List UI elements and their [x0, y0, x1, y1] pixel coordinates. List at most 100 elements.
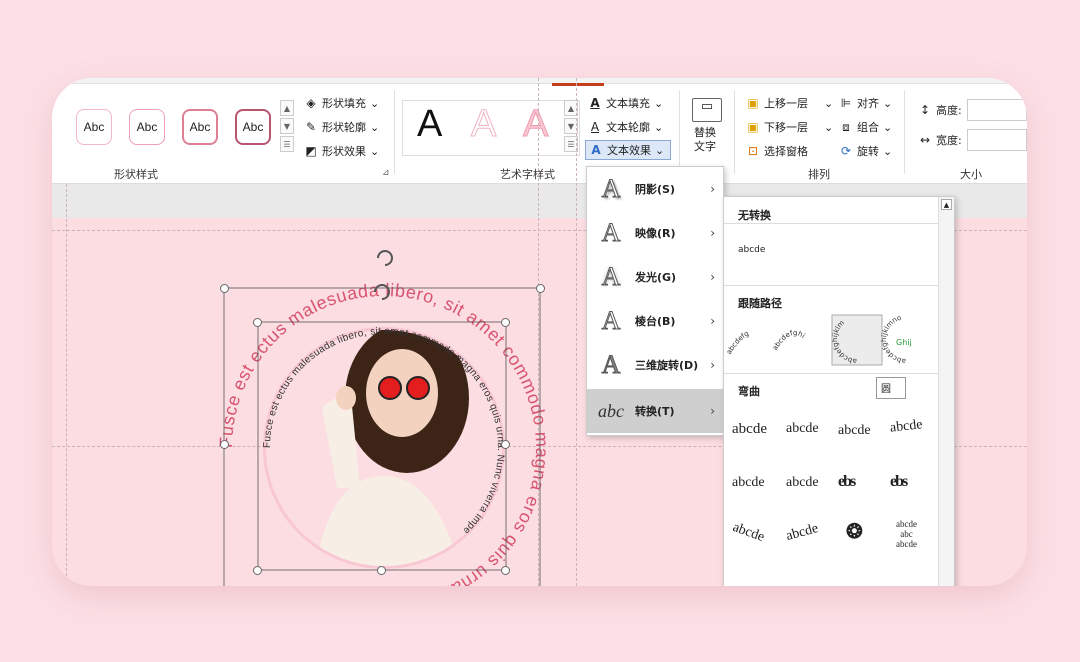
text-outline-button[interactable]: A 文本轮廓 ⌄: [588, 117, 663, 137]
transform-effect-icon: abc: [598, 400, 624, 421]
send-backward-icon: ▣: [747, 120, 759, 134]
menu-item-shadow[interactable]: A 阴影(S) ›: [587, 167, 723, 211]
no-transform-option[interactable]: abcde: [738, 245, 765, 255]
chevron-down-icon: ⌄: [883, 96, 893, 110]
rotate-label: 旋转: [857, 145, 879, 158]
gallery-scroll-down-icon[interactable]: ▼: [280, 118, 294, 134]
height-field-label: ↕ 高度:: [918, 100, 962, 120]
alt-text-icon[interactable]: ▭: [692, 98, 722, 122]
rotate-button[interactable]: ⟳ 旋转 ⌄: [839, 141, 892, 161]
wordart-preset-pink[interactable]: A: [522, 103, 548, 146]
ribbon-tabs-strip: [52, 78, 1027, 84]
menu-item-label: 棱台(B): [635, 315, 676, 328]
group-separator: [679, 90, 680, 174]
warp-option[interactable]: abcde: [786, 475, 819, 491]
warp-option[interactable]: abcde: [786, 421, 819, 437]
resize-handle[interactable]: [536, 284, 545, 293]
menu-item-label: 转换(T): [635, 405, 675, 418]
warp-option[interactable]: abcde: [889, 417, 923, 436]
guide-line: [576, 78, 577, 586]
align-button[interactable]: ⊫ 对齐 ⌄: [839, 93, 892, 113]
wordart-preset-black[interactable]: A: [417, 103, 442, 146]
resize-handle[interactable]: [253, 566, 262, 575]
gallery-scroll-up-icon[interactable]: ▲: [280, 100, 294, 116]
width-input[interactable]: [967, 129, 1027, 151]
resize-handle[interactable]: [501, 318, 510, 327]
warp-option[interactable]: abcde: [732, 421, 767, 438]
menu-item-reflection[interactable]: A 映像(R) ›: [587, 211, 723, 255]
warp-option[interactable]: abcde: [730, 520, 767, 546]
selection-pane-label: 选择窗格: [764, 145, 808, 158]
slide-graphic[interactable]: Fusce est ectus malesuada libero, sit am…: [202, 238, 562, 586]
warp-option[interactable]: abcde: [838, 423, 871, 439]
resize-handle[interactable]: [220, 284, 229, 293]
shape-fill-button[interactable]: ◈ 形状填充 ⌄: [304, 93, 379, 113]
circle-tooltip: 圆: [876, 377, 906, 399]
warp-option[interactable]: abcde: [732, 475, 765, 491]
shape-style-preset-2[interactable]: Abc: [129, 109, 165, 145]
chevron-right-icon: ›: [710, 404, 715, 418]
shape-outline-label: 形状轮廓: [322, 121, 366, 134]
resize-handle[interactable]: [501, 566, 510, 575]
shape-style-preset-1[interactable]: Abc: [76, 109, 112, 145]
pen-icon: ✎: [305, 120, 317, 134]
glow-effect-icon: A: [601, 262, 621, 292]
menu-item-transform[interactable]: abc 转换(T) ›: [587, 389, 723, 433]
path-arch-option[interactable]: abcdefg: [725, 329, 750, 355]
warp-option[interactable]: ❂: [846, 519, 863, 544]
text-effects-button[interactable]: A 文本效果 ⌄: [585, 140, 671, 160]
menu-item-label: 阴影(S): [635, 183, 675, 196]
divider: [724, 223, 938, 224]
warp-option[interactable]: ebs: [890, 473, 908, 491]
text-fill-button[interactable]: A 文本填充 ⌄: [588, 93, 663, 113]
group-button[interactable]: ⧈ 组合 ⌄: [839, 117, 892, 137]
shape-styles-group-label: 形状样式: [114, 168, 158, 181]
resize-handle[interactable]: [501, 440, 510, 449]
submenu-scrollbar[interactable]: ▲: [938, 197, 954, 586]
width-field-label: ↔ 宽度:: [918, 130, 962, 150]
warp-option[interactable]: abcde abc abcde: [896, 519, 917, 549]
shape-outline-button[interactable]: ✎ 形状轮廓 ⌄: [304, 117, 379, 137]
group-label: 组合: [857, 121, 879, 134]
text-outline-icon: A: [590, 120, 600, 134]
follow-path-options: abcdefg abcdefghi abcdefghijklm abcdefgh…: [725, 314, 912, 366]
dialog-launcher-icon[interactable]: ⊿: [382, 168, 390, 178]
warp-option[interactable]: abcde: [784, 521, 820, 545]
height-icon: ↕: [919, 103, 931, 117]
group-icon: ⧈: [842, 119, 850, 134]
text-fill-icon: A: [590, 96, 600, 110]
warp-heading: 弯曲: [738, 385, 760, 398]
active-tab-indicator: [552, 83, 604, 86]
align-icon: ⊫: [840, 96, 852, 110]
scroll-up-icon[interactable]: ▲: [941, 199, 952, 210]
resize-handle[interactable]: [253, 318, 262, 327]
menu-item-label: 发光(G): [635, 271, 677, 284]
group-separator: [904, 90, 905, 174]
menu-item-3d-rotation[interactable]: A 三维旋转(D) ›: [587, 343, 723, 387]
selection-pane-button[interactable]: ⊡ 选择窗格: [746, 141, 808, 161]
resize-handle[interactable]: [220, 440, 229, 449]
resize-handle[interactable]: [377, 566, 386, 575]
height-input[interactable]: [967, 99, 1027, 121]
wordart-preset-outline[interactable]: A: [470, 103, 496, 146]
shape-style-preset-4[interactable]: Abc: [235, 109, 271, 145]
shape-effects-button[interactable]: ◩ 形状效果 ⌄: [304, 141, 379, 161]
rotate-handle-icon[interactable]: [377, 250, 393, 266]
3d-rotation-effect-icon: A: [601, 350, 621, 380]
send-backward-button[interactable]: ▣ 下移一层 ⌄: [746, 117, 833, 137]
ribbon: Abc Abc Abc Abc ▲ ▼ ☰ ◈ 形状填充 ⌄ ✎ 形状轮廓 ⌄ ◩ …: [52, 78, 1027, 184]
warp-option[interactable]: ebs: [838, 473, 856, 491]
text-effects-label: 文本效果: [607, 144, 651, 157]
menu-item-glow[interactable]: A 发光(G) ›: [587, 255, 723, 299]
menu-item-label: 映像(R): [635, 227, 676, 240]
chevron-right-icon: ›: [710, 314, 715, 328]
gallery-expand-icon[interactable]: ☰: [280, 136, 294, 152]
menu-item-bevel[interactable]: A 棱台(B) ›: [587, 299, 723, 343]
alt-text-button[interactable]: 替换 文字: [694, 126, 716, 154]
bring-forward-button[interactable]: ▣ 上移一层 ⌄: [746, 93, 833, 113]
bring-forward-icon: ▣: [747, 96, 759, 110]
path-wave-option[interactable]: abcdefghi: [771, 329, 807, 352]
menu-item-label: 三维旋转(D): [635, 359, 699, 372]
no-transform-heading: 无转换: [738, 209, 771, 222]
shape-style-preset-3[interactable]: Abc: [182, 109, 218, 145]
